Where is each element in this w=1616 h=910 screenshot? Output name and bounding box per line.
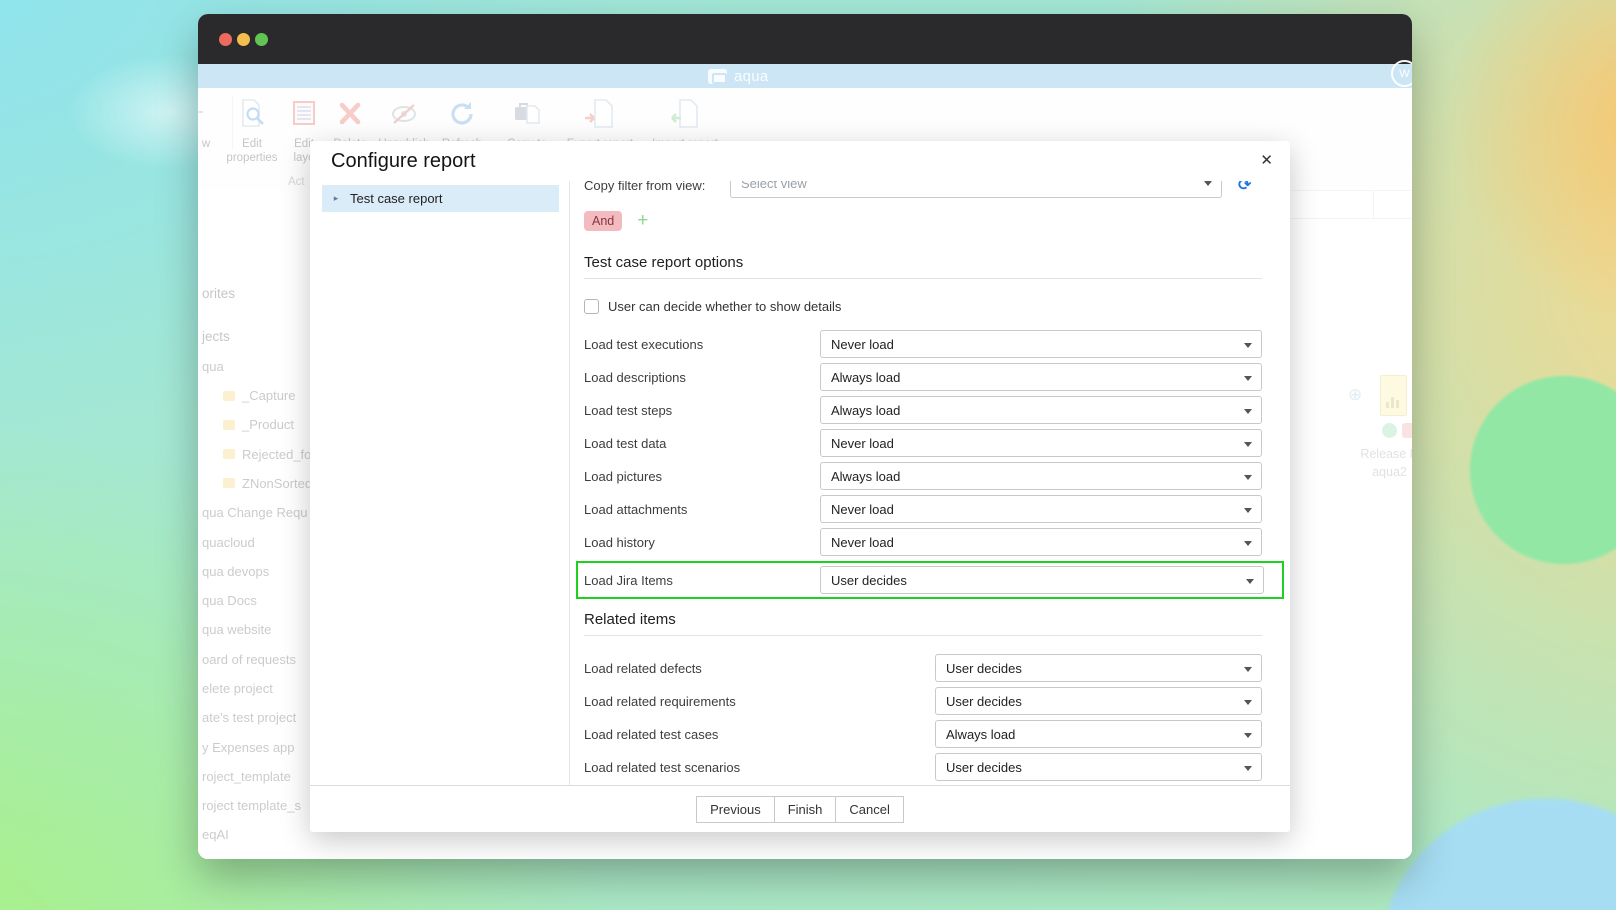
option-row: Load related defects User decides — [584, 654, 1262, 682]
chevron-down-icon — [1204, 181, 1212, 186]
load-related-requirements-select[interactable]: User decides — [935, 687, 1262, 715]
field-label: Load test executions — [584, 337, 820, 352]
dialog-content: Copy filter from view: Select view ⟳ And… — [570, 181, 1290, 785]
field-label: Load related requirements — [584, 694, 935, 709]
option-row: Load test data Never load — [584, 429, 1262, 457]
app-name: aqua — [734, 68, 769, 85]
section-title-options: Test case report options — [584, 254, 1262, 271]
chevron-down-icon — [1244, 700, 1252, 705]
option-row: Load test executions Never load — [584, 330, 1262, 358]
show-details-checkbox[interactable] — [584, 299, 599, 314]
option-row: Load related test cases Always load — [584, 720, 1262, 748]
desktop-background: aqua W w Edit properties — [0, 0, 1616, 910]
options-rows: Load test executions Never load Load des… — [584, 330, 1262, 599]
field-label: Load test steps — [584, 403, 820, 418]
field-label: Load attachments — [584, 502, 820, 517]
chevron-down-icon — [1244, 766, 1252, 771]
load-attachments-select[interactable]: Never load — [820, 495, 1262, 523]
copy-filter-row: Copy filter from view: Select view ⟳ — [584, 181, 1262, 198]
chevron-down-icon — [1244, 733, 1252, 738]
dialog-nav: ▸ Test case report — [310, 181, 570, 785]
chevron-down-icon — [1244, 667, 1252, 672]
chevron-down-icon — [1244, 409, 1252, 414]
select-view-dropdown[interactable]: Select view — [730, 181, 1222, 198]
refresh-filter-icon[interactable]: ⟳ — [1238, 181, 1251, 195]
field-label: Load test data — [584, 436, 820, 451]
load-test-steps-select[interactable]: Always load — [820, 396, 1262, 424]
chevron-down-icon — [1244, 442, 1252, 447]
nav-item-test-case-report[interactable]: ▸ Test case report — [322, 185, 559, 212]
section-rule — [584, 635, 1262, 636]
section-title-related: Related items — [584, 611, 1262, 628]
aqua-logo-icon — [708, 69, 727, 84]
window-titlebar — [198, 14, 1412, 64]
load-test-executions-select[interactable]: Never load — [820, 330, 1262, 358]
highlight-box: Load Jira Items User decides — [576, 561, 1284, 599]
load-pictures-select[interactable]: Always load — [820, 462, 1262, 490]
load-descriptions-select[interactable]: Always load — [820, 363, 1262, 391]
option-row: Load attachments Never load — [584, 495, 1262, 523]
option-row: Load related requirements User decides — [584, 687, 1262, 715]
related-rows: Load related defects User decides Load r… — [584, 654, 1262, 781]
option-row: Load history Never load — [584, 528, 1262, 556]
option-row: Load related test scenarios User decides — [584, 753, 1262, 781]
close-window-button[interactable] — [219, 33, 232, 46]
section-rule — [584, 278, 1262, 279]
configure-report-dialog: Configure report ✕ ▸ Test case report Co… — [310, 141, 1290, 832]
field-label: Load related test scenarios — [584, 760, 935, 775]
dialog-header: Configure report ✕ — [310, 141, 1290, 181]
field-label: Load related defects — [584, 661, 935, 676]
option-row: Load test steps Always load — [584, 396, 1262, 424]
cancel-button[interactable]: Cancel — [835, 796, 903, 823]
load-jira-items-select[interactable]: User decides — [820, 566, 1264, 594]
field-label: Load history — [584, 535, 820, 550]
copy-filter-label: Copy filter from view: — [584, 181, 730, 193]
chevron-down-icon — [1244, 475, 1252, 480]
field-label: Load descriptions — [584, 370, 820, 385]
chevron-down-icon — [1244, 508, 1252, 513]
load-test-data-select[interactable]: Never load — [820, 429, 1262, 457]
close-icon[interactable]: ✕ — [1260, 151, 1273, 169]
minimize-window-button[interactable] — [237, 33, 250, 46]
chevron-down-icon — [1244, 376, 1252, 381]
aqua-logo: aqua — [708, 68, 769, 85]
option-row: Load pictures Always load — [584, 462, 1262, 490]
filter-condition-row: And + — [584, 210, 1262, 232]
option-row: Load descriptions Always load — [584, 363, 1262, 391]
finish-button[interactable]: Finish — [774, 796, 837, 823]
chevron-down-icon — [1244, 541, 1252, 546]
chevron-down-icon — [1244, 343, 1252, 348]
show-details-checkbox-row: User can decide whether to show details — [584, 299, 1262, 314]
load-related-test-cases-select[interactable]: Always load — [935, 720, 1262, 748]
field-label: Load related test cases — [584, 727, 935, 742]
app-header-bar: aqua W — [198, 64, 1412, 88]
load-history-select[interactable]: Never load — [820, 528, 1262, 556]
previous-button[interactable]: Previous — [696, 796, 775, 823]
add-condition-icon[interactable]: + — [637, 210, 648, 232]
field-label: Load pictures — [584, 469, 820, 484]
dialog-footer: Previous Finish Cancel — [310, 785, 1290, 832]
option-row-highlighted: Load Jira Items User decides — [584, 566, 1264, 594]
load-related-test-scenarios-select[interactable]: User decides — [935, 753, 1262, 781]
user-avatar[interactable]: W — [1391, 60, 1412, 87]
show-details-label: User can decide whether to show details — [608, 299, 841, 314]
load-related-defects-select[interactable]: User decides — [935, 654, 1262, 682]
chevron-down-icon — [1246, 579, 1254, 584]
zoom-window-button[interactable] — [255, 33, 268, 46]
dialog-title: Configure report — [310, 150, 476, 173]
chevron-right-icon: ▸ — [322, 193, 350, 204]
field-label: Load Jira Items — [584, 573, 820, 588]
and-operator-badge[interactable]: And — [584, 211, 622, 231]
